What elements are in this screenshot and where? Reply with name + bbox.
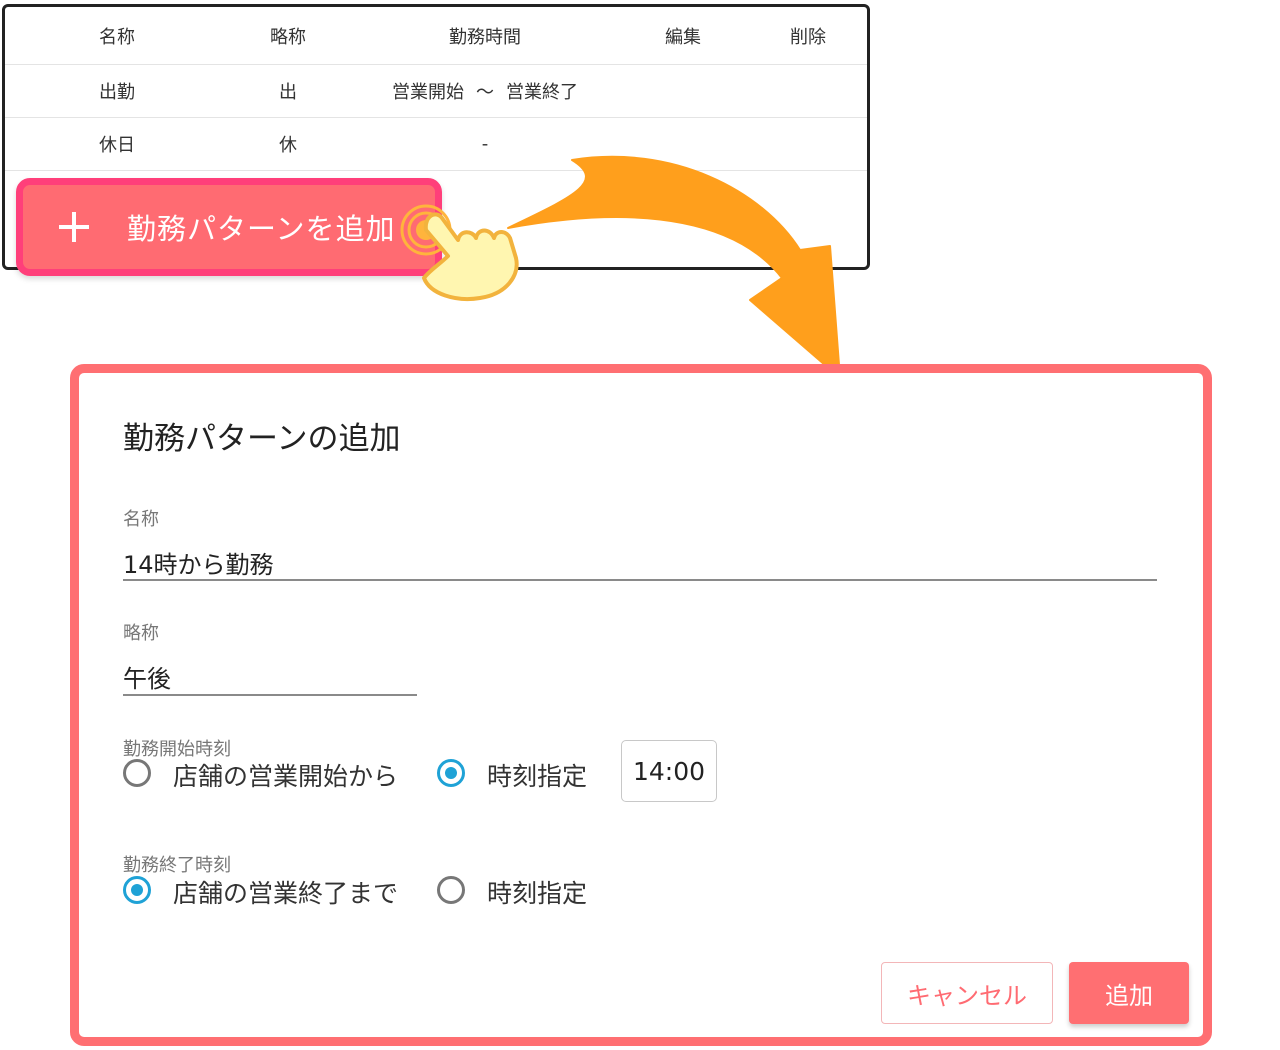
end-store-radio[interactable]: [123, 876, 151, 904]
name-field-label: 名称: [123, 509, 159, 530]
row-name: 出勤: [99, 81, 135, 103]
row-abbr: 休: [279, 134, 297, 156]
name-field[interactable]: 14時から勤務: [123, 545, 274, 580]
row-work-time: -: [481, 133, 489, 154]
start-store-radio-label[interactable]: 店舗の営業開始から: [173, 757, 398, 793]
table-row[interactable]: 出勤 出 営業開始 ～ 営業終了: [5, 64, 867, 118]
header-work-time: 勤務時間: [449, 26, 521, 48]
row-time-separator: ～: [476, 81, 494, 103]
row-time-start: 営業開始: [392, 81, 464, 103]
add-button[interactable]: 追加: [1069, 962, 1189, 1024]
tap-hand-icon: [400, 204, 519, 301]
abbr-field-label: 略称: [123, 623, 159, 644]
add-work-pattern-label: 勤務パターンを追加: [127, 212, 396, 246]
name-field-underline: [123, 579, 1157, 581]
dialog-title: 勤務パターンの追加: [123, 421, 401, 457]
row-time-end: 営業終了: [506, 81, 578, 103]
row-abbr: 出: [279, 81, 297, 103]
end-store-radio-label[interactable]: 店舗の営業終了まで: [173, 874, 398, 910]
plus-icon: [59, 212, 89, 242]
add-pattern-dialog: 勤務パターンの追加 名称 14時から勤務 略称 午後 勤務開始時刻 店舗の営業開…: [70, 364, 1212, 1046]
screen: 名称 略称 勤務時間 編集 削除 出勤 出 営業開始 ～ 営業終了 休日 休 - 勤…: [0, 0, 1280, 1050]
header-name: 名称: [99, 26, 135, 48]
add-work-pattern-button[interactable]: 勤務パターンを追加: [16, 178, 442, 276]
start-time-input[interactable]: 14:00: [621, 740, 717, 802]
row-name: 休日: [99, 134, 135, 156]
header-abbr: 略称: [270, 26, 306, 48]
start-specify-radio[interactable]: [437, 759, 465, 787]
end-specify-radio[interactable]: [437, 876, 465, 904]
start-store-radio[interactable]: [123, 759, 151, 787]
abbr-field-underline: [123, 694, 417, 696]
header-edit: 編集: [665, 26, 701, 48]
header-delete: 削除: [790, 26, 826, 48]
abbr-field[interactable]: 午後: [123, 659, 171, 694]
start-specify-radio-label[interactable]: 時刻指定: [487, 757, 587, 793]
arrow-icon: [507, 155, 841, 379]
cancel-button[interactable]: キャンセル: [881, 962, 1053, 1024]
table-header-row: 名称 略称 勤務時間 編集 削除: [5, 7, 867, 65]
row-work-time: 営業開始 ～ 営業終了: [392, 78, 578, 104]
end-specify-radio-label[interactable]: 時刻指定: [487, 874, 587, 910]
